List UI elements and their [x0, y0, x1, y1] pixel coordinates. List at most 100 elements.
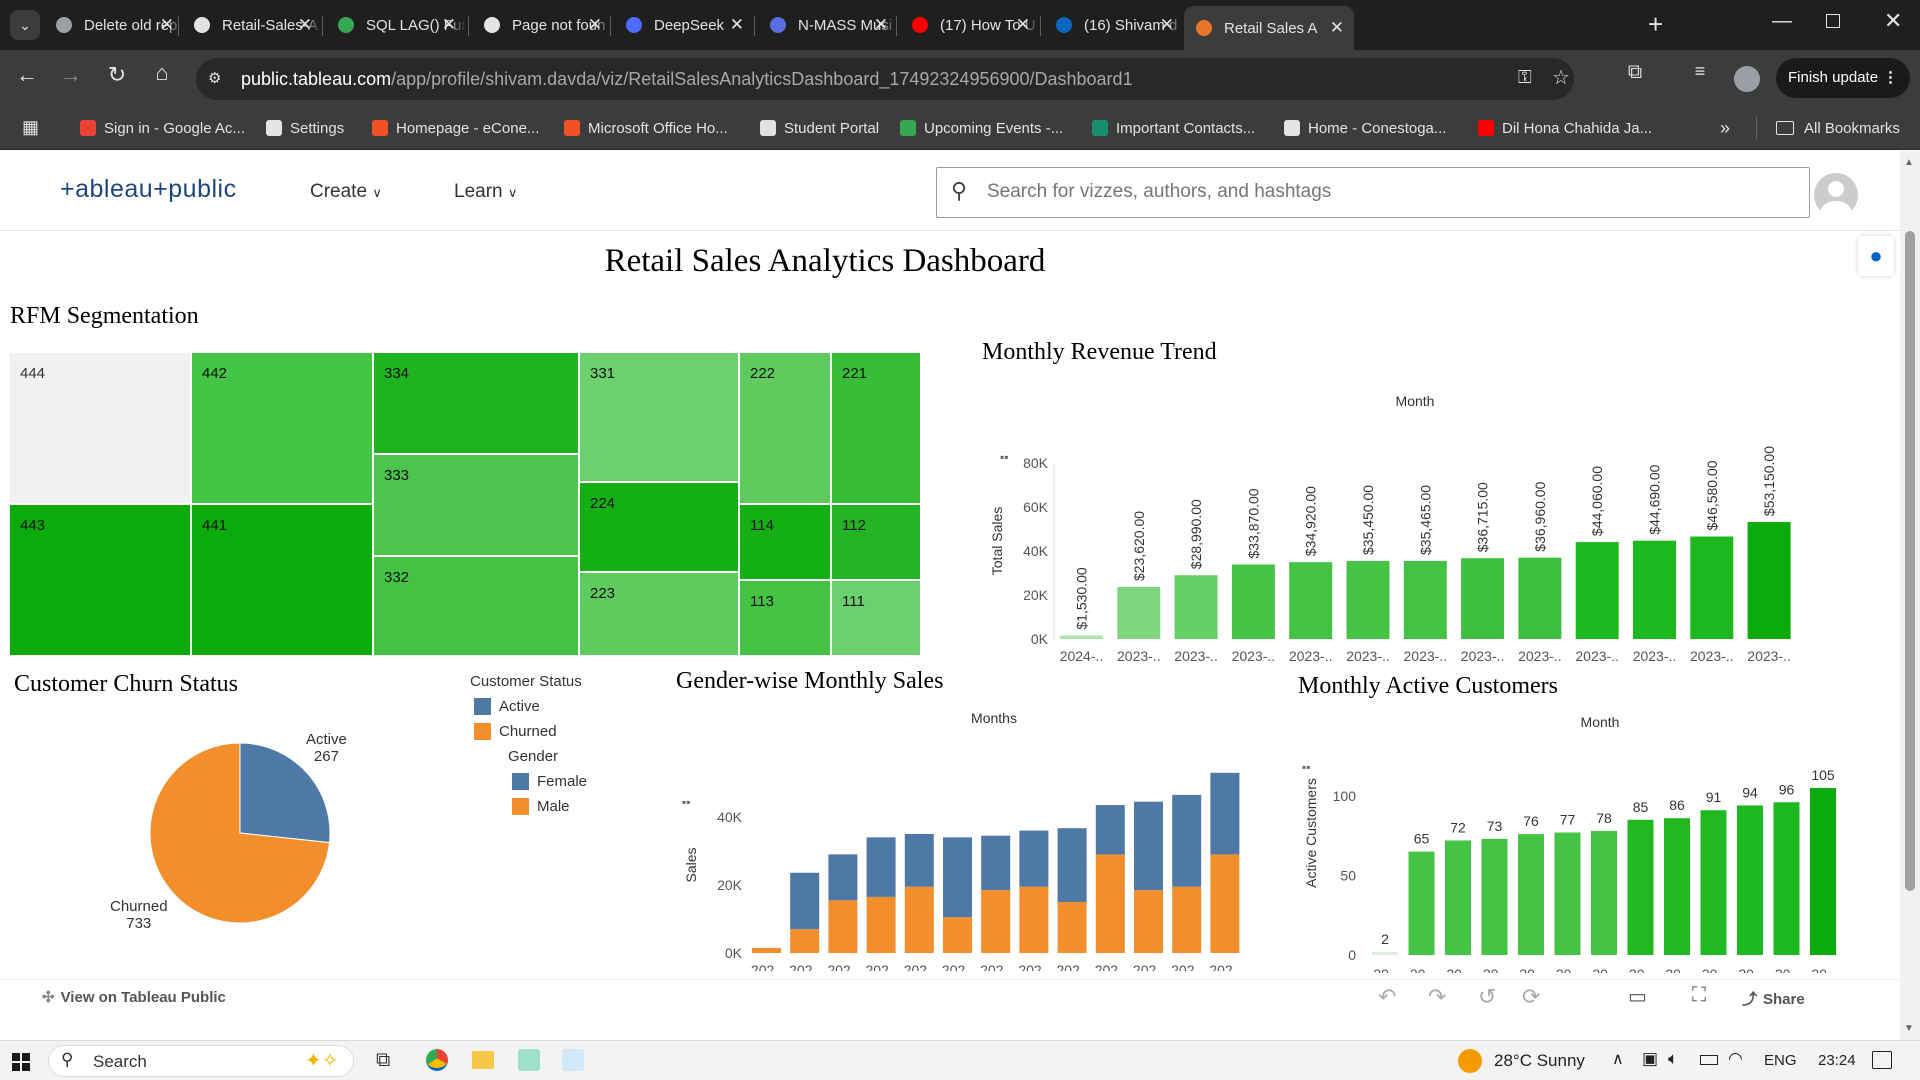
apps-grid-icon[interactable]: ▦: [22, 117, 39, 138]
bookmark-item[interactable]: Microsoft Office Ho...: [564, 115, 728, 141]
profile-avatar[interactable]: [1734, 66, 1760, 92]
rfm-segment[interactable]: 112: [832, 505, 920, 579]
active-customers-bar[interactable]: [1737, 805, 1763, 955]
forward-icon[interactable]: →: [56, 62, 86, 88]
finish-update-button[interactable]: Finish update ⋮: [1776, 58, 1910, 98]
close-tab-icon[interactable]: ✕: [442, 15, 456, 35]
revenue-bar[interactable]: [1403, 560, 1447, 639]
sales-bar-female[interactable]: [981, 835, 1011, 891]
bookmark-star-icon[interactable]: ☆: [1552, 65, 1570, 90]
browser-tab[interactable]: (17) How To U ✕: [900, 6, 1040, 44]
gender-sales-chart[interactable]: Months Sales ▪▪ 0K 20K 40K 202.. 202.. 202.. 202.…: [670, 701, 1250, 971]
legend-active[interactable]: Active: [474, 698, 540, 715]
rfm-segment[interactable]: 444: [10, 353, 190, 503]
sales-bar-male[interactable]: [1172, 886, 1202, 953]
sales-bar-female[interactable]: [943, 837, 972, 918]
bookmark-item[interactable]: Homepage - eCone...: [372, 115, 539, 141]
tray-wifi-icon[interactable]: ◠: [1728, 1049, 1743, 1069]
address-bar[interactable]: ⚙ public.tableau.com/app/profile/shivam.…: [196, 58, 1574, 100]
scrollbar-thumb[interactable]: [1905, 231, 1915, 891]
task-view-icon[interactable]: ⧉: [376, 1049, 390, 1072]
redo-icon[interactable]: ↷: [1428, 984, 1446, 1010]
fullscreen-icon[interactable]: ⛶: [1692, 984, 1706, 1007]
close-window-button[interactable]: ✕: [1884, 8, 1902, 34]
minimize-button[interactable]: —: [1772, 10, 1792, 33]
restore-button[interactable]: [1826, 14, 1840, 28]
close-tab-icon[interactable]: ✕: [1160, 15, 1174, 35]
windows-start-icon[interactable]: [12, 1053, 30, 1071]
clock[interactable]: 23:24: [1818, 1052, 1856, 1069]
sales-bar-female[interactable]: [1057, 828, 1087, 902]
search-input[interactable]: [987, 178, 1787, 206]
site-info-icon[interactable]: ⚙: [208, 69, 221, 87]
sales-bar-female[interactable]: [1210, 772, 1240, 855]
bookmark-item[interactable]: Upcoming Events -...: [900, 115, 1063, 141]
legend-female[interactable]: Female: [512, 773, 587, 790]
browser-tab[interactable]: Retail Sales A ✕: [1184, 6, 1354, 50]
active-customers-bar[interactable]: [1372, 951, 1398, 955]
page-scrollbar[interactable]: ▲ ▼: [1900, 151, 1920, 1040]
browser-tab[interactable]: Page not foun ✕: [472, 6, 612, 44]
sales-bar-female[interactable]: [828, 854, 858, 901]
tableau-search-box[interactable]: ⚲: [936, 167, 1810, 218]
home-icon[interactable]: ⌂: [147, 60, 177, 86]
active-customers-bar[interactable]: [1664, 818, 1690, 955]
new-tab-button[interactable]: +: [1648, 10, 1663, 38]
download-icon[interactable]: ▭: [1628, 984, 1647, 1009]
user-avatar-icon[interactable]: [1814, 173, 1858, 217]
close-tab-icon[interactable]: ✕: [874, 15, 888, 35]
active-customers-bar[interactable]: [1700, 810, 1727, 955]
revenue-bar[interactable]: [1747, 522, 1791, 639]
revenue-bar[interactable]: [1174, 575, 1218, 639]
active-customers-bar[interactable]: [1627, 819, 1654, 955]
app-icon-2[interactable]: [562, 1049, 584, 1071]
revenue-bar[interactable]: [1690, 536, 1734, 639]
browser-tab[interactable]: (16) Shivam d ✕: [1044, 6, 1184, 44]
back-icon[interactable]: ←: [12, 62, 42, 88]
rfm-segment[interactable]: 332: [374, 557, 578, 655]
revenue-bar[interactable]: [1346, 561, 1390, 639]
nav-learn[interactable]: Learn ∨: [454, 181, 517, 203]
bookmark-item[interactable]: Important Contacts...: [1092, 115, 1255, 141]
rfm-segment[interactable]: 114: [740, 505, 830, 579]
revenue-bar[interactable]: [1575, 542, 1619, 639]
revenue-bar[interactable]: [1461, 558, 1505, 639]
tip-bulb-icon[interactable]: ●: [1858, 236, 1894, 276]
sales-bar-female[interactable]: [1019, 830, 1049, 887]
browser-tab[interactable]: N-MASS Musi ✕: [758, 6, 898, 44]
rfm-segment[interactable]: 441: [192, 505, 372, 655]
revenue-chart[interactable]: Month Total Sales ▪▪ 0K 20K 40K 60K 80K $1,530.0…: [970, 371, 1800, 671]
sales-bar-male[interactable]: [943, 917, 972, 953]
sales-bar-male[interactable]: [752, 947, 781, 953]
sales-bar-male[interactable]: [1095, 854, 1125, 953]
rfm-segment[interactable]: 334: [374, 353, 578, 453]
view-on-tableau-public-link[interactable]: ✣ View on Tableau Public: [42, 988, 226, 1006]
bookmark-item[interactable]: Student Portal: [760, 115, 879, 141]
browser-tab[interactable]: SQL LAG() Fun ✕: [326, 6, 466, 44]
sales-bar-male[interactable]: [904, 886, 934, 953]
tab-search-button[interactable]: ⌄: [10, 10, 40, 40]
notification-icon[interactable]: [1872, 1051, 1892, 1069]
tray-network-icon[interactable]: ▣: [1642, 1049, 1658, 1069]
bookmark-item[interactable]: Sign in - Google Ac...: [80, 115, 245, 141]
rfm-segment[interactable]: 222: [740, 353, 830, 503]
tray-volume-icon[interactable]: 🔈︎: [1668, 1049, 1678, 1069]
sales-bar-male[interactable]: [790, 929, 820, 953]
revenue-bar[interactable]: [1060, 635, 1103, 639]
legend-churned[interactable]: Churned: [474, 723, 557, 740]
undo-icon[interactable]: ↶: [1378, 984, 1396, 1010]
sales-bar-female[interactable]: [1134, 801, 1163, 891]
browser-tab[interactable]: Retail-Sales-A ✕: [182, 6, 322, 44]
rfm-segment[interactable]: 331: [580, 353, 738, 481]
sales-bar-female[interactable]: [1172, 794, 1202, 887]
language-indicator[interactable]: ENG: [1764, 1052, 1797, 1069]
browser-tab[interactable]: Delete old rep ✕: [44, 6, 184, 44]
sales-bar-male[interactable]: [1019, 886, 1049, 953]
sales-bar-female[interactable]: [904, 834, 934, 887]
sales-bar-male[interactable]: [1210, 854, 1240, 953]
file-explorer-icon[interactable]: [472, 1051, 494, 1069]
share-button[interactable]: ⤴ Share: [1742, 988, 1805, 1009]
close-tab-icon[interactable]: ✕: [730, 15, 744, 35]
revenue-bar[interactable]: [1231, 564, 1275, 639]
tray-chevron-icon[interactable]: ∧: [1612, 1049, 1624, 1069]
